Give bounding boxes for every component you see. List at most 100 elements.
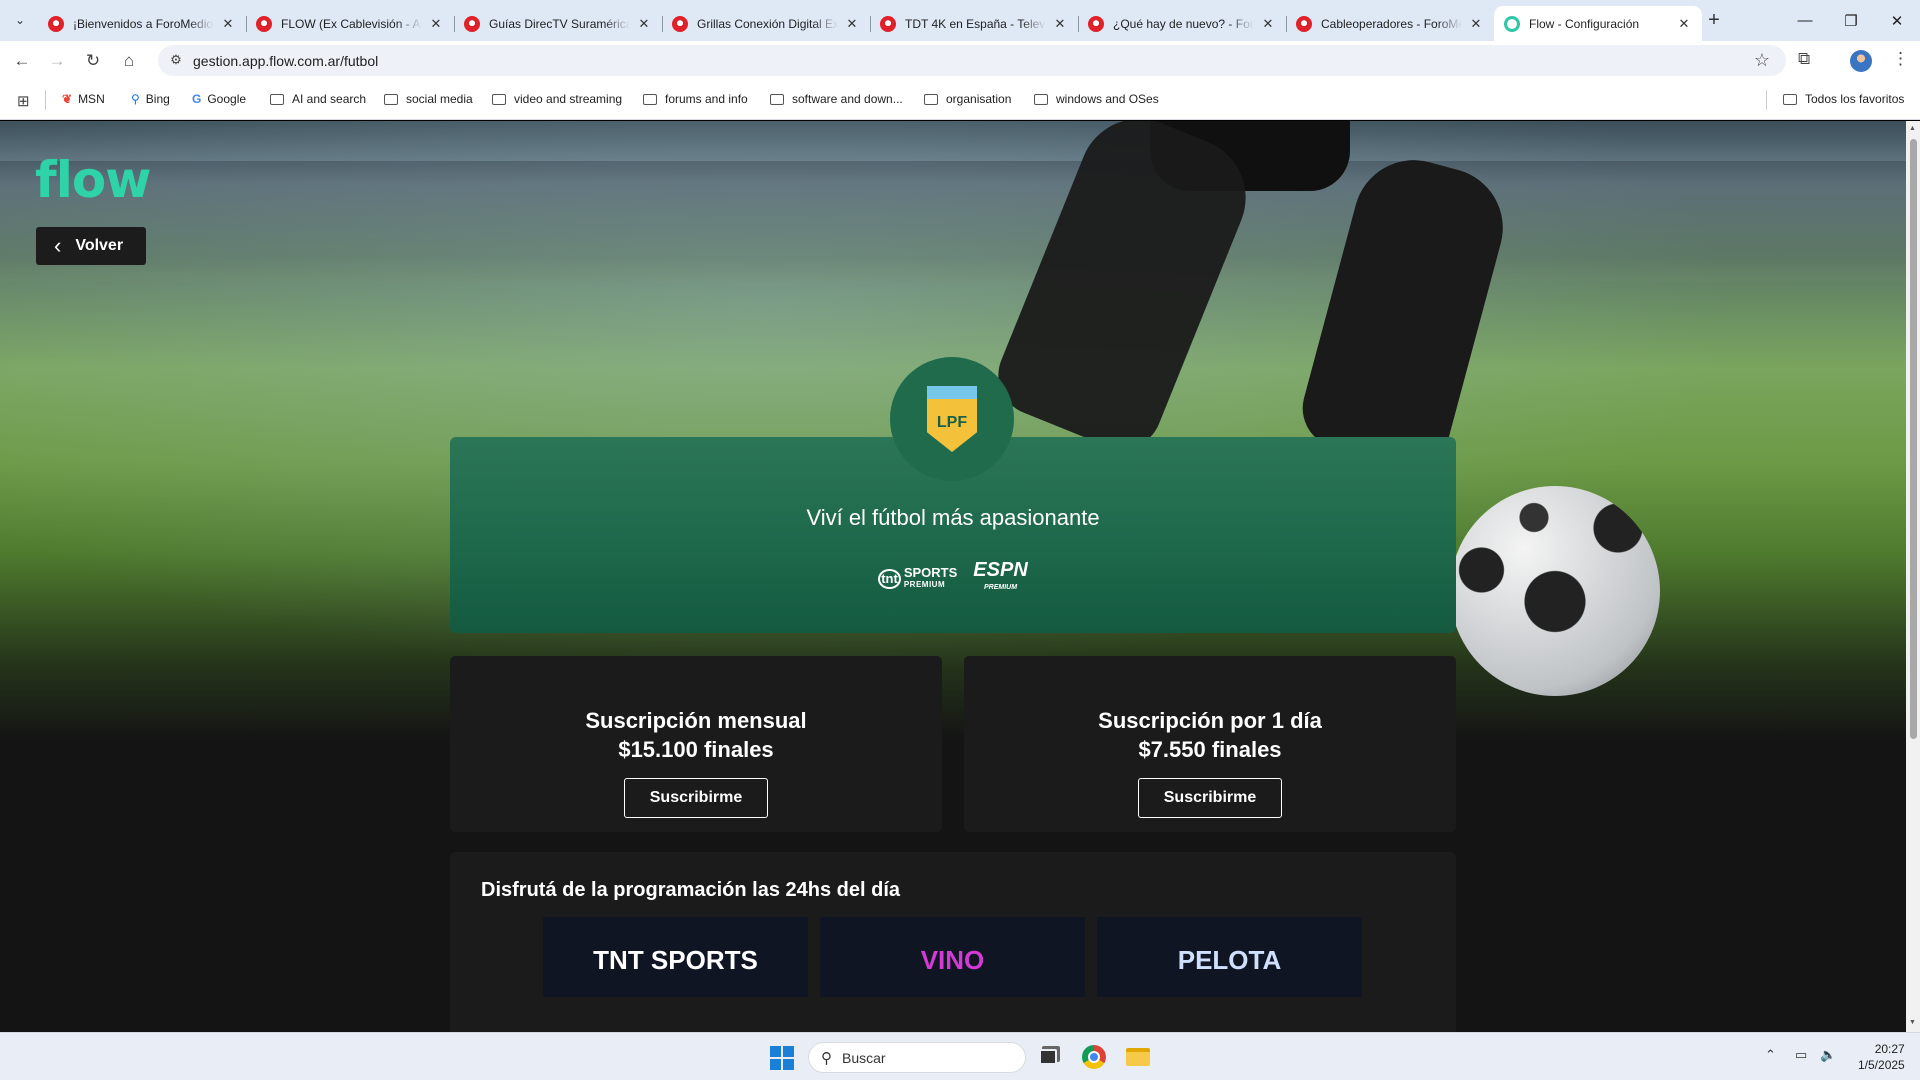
close-window-button[interactable]: ✕ xyxy=(1874,0,1920,41)
tnt-icon: tnt xyxy=(878,569,901,589)
menu-icon[interactable]: ⋮ xyxy=(1892,49,1909,69)
minimize-button[interactable]: — xyxy=(1782,0,1828,41)
bookmark-folder[interactable]: software and down... xyxy=(770,92,903,106)
address-bar[interactable]: ⚙ gestion.app.flow.com.ar/futbol ☆ xyxy=(158,45,1786,76)
channel-thumb-pelota[interactable]: PELOTA xyxy=(1097,917,1362,997)
chrome-icon xyxy=(1082,1045,1106,1069)
flow-logo[interactable]: flow xyxy=(35,151,151,209)
close-tab-icon[interactable]: ✕ xyxy=(1052,16,1068,32)
clock-date: 1/5/2025 xyxy=(1858,1058,1905,1072)
tab-title: ¡Bienvenidos a ForoMedios xyxy=(73,16,214,31)
tnt-main-text: SPORTS xyxy=(903,565,958,580)
foromedios-icon xyxy=(256,15,272,32)
partner-logos: tnt SPORTS PREMIUM ESPN PREMIUM xyxy=(450,559,1456,597)
task-view-icon xyxy=(1039,1049,1057,1065)
bookmark-folder[interactable]: video and streaming xyxy=(492,92,622,106)
browser-toolbar: ← → ↻ ⌂ ⚙ gestion.app.flow.com.ar/futbol… xyxy=(0,41,1920,80)
windows-start-icon[interactable] xyxy=(770,1046,794,1070)
chevron-up-icon[interactable]: ⌃ xyxy=(1765,1047,1776,1063)
close-tab-icon[interactable]: ✕ xyxy=(1676,16,1692,32)
subscribe-daily-button[interactable]: Suscribirme xyxy=(1138,778,1282,818)
bookmark-label: AI and search xyxy=(292,92,367,106)
scroll-down-icon[interactable]: ▼ xyxy=(1909,1019,1916,1026)
tab[interactable]: Guías DirecTV Suramérica ✕ xyxy=(454,6,662,41)
back-icon[interactable]: ← xyxy=(8,48,36,74)
bookmark-label: Google xyxy=(207,92,247,106)
foromedios-icon xyxy=(880,15,896,32)
bookmark-google[interactable]: G Google xyxy=(192,92,246,106)
bookmark-folder[interactable]: forums and info xyxy=(643,92,748,106)
channel-thumb-vino[interactable]: VINO xyxy=(820,917,1085,997)
tab[interactable]: ¡Bienvenidos a ForoMedios ✕ xyxy=(38,6,246,41)
bookmark-label: MSN xyxy=(78,92,105,106)
divider xyxy=(45,90,46,110)
page-scrollbar[interactable]: ▲ ▼ xyxy=(1906,121,1920,1032)
apps-grid-icon[interactable]: ⊞ xyxy=(17,92,30,110)
plan-card-daily: Suscripción por 1 día $7.550 finales Sus… xyxy=(964,656,1456,832)
bookmark-star-icon[interactable]: ☆ xyxy=(1754,50,1770,71)
close-tab-icon[interactable]: ✕ xyxy=(428,16,444,32)
scroll-up-icon[interactable]: ▲ xyxy=(1909,125,1916,132)
home-icon[interactable]: ⌂ xyxy=(115,48,143,74)
plan-card-monthly: Suscripción mensual $15.100 finales Susc… xyxy=(450,656,942,832)
thumb-label: PELOTA xyxy=(1177,945,1282,975)
tab[interactable]: Grillas Conexión Digital Express ✕ xyxy=(662,6,870,41)
tnt-sub-text: PREMIUM xyxy=(903,580,946,589)
bookmark-folder[interactable]: organisation xyxy=(924,92,1011,106)
subscribe-monthly-button[interactable]: Suscribirme xyxy=(624,778,768,818)
windows-taskbar: ⚲ Buscar ⌃ ▭ 🔈 20:27 1/5/2025 xyxy=(0,1032,1920,1080)
folder-icon xyxy=(1783,93,1797,105)
restore-button[interactable]: ❐ xyxy=(1828,0,1874,41)
task-view-button[interactable] xyxy=(1032,1041,1064,1073)
folder-icon xyxy=(1126,1048,1150,1066)
tab[interactable]: TDT 4K en España - Televisión ✕ xyxy=(870,6,1078,41)
url-text[interactable]: gestion.app.flow.com.ar/futbol xyxy=(193,53,378,69)
foromedios-icon xyxy=(48,15,64,32)
tab[interactable]: Cableoperadores - ForoMedios ✕ xyxy=(1286,6,1494,41)
bookmark-label: Bing xyxy=(145,92,170,106)
site-info-icon[interactable]: ⚙ xyxy=(168,52,184,68)
close-tab-icon[interactable]: ✕ xyxy=(844,16,860,32)
new-tab-button[interactable]: + xyxy=(1702,9,1726,33)
file-explorer-button[interactable] xyxy=(1122,1041,1154,1073)
foromedios-icon xyxy=(1088,15,1104,32)
system-clock[interactable]: 20:27 1/5/2025 xyxy=(1858,1041,1905,1073)
tab-list: ¡Bienvenidos a ForoMedios ✕ FLOW (Ex Cabl… xyxy=(38,6,1702,41)
msn-icon: ❦ xyxy=(62,92,73,106)
channel-thumb-tnt[interactable]: TNT SPORTS xyxy=(543,917,808,997)
bookmark-folder[interactable]: AI and search xyxy=(270,92,366,106)
lpf-badge: LPF xyxy=(890,357,1014,481)
tab[interactable]: ¿Qué hay de nuevo? - ForoMedios ✕ xyxy=(1078,6,1286,41)
network-icon[interactable]: ▭ xyxy=(1795,1047,1807,1063)
tab-active[interactable]: Flow - Configuración ✕ xyxy=(1494,6,1702,41)
divider xyxy=(1766,90,1767,110)
espn-main-text: ESPN xyxy=(973,559,1028,581)
tab-title: Guías DirecTV Suramérica xyxy=(489,16,630,31)
close-tab-icon[interactable]: ✕ xyxy=(1468,16,1484,32)
extensions-icon[interactable]: ⧉ xyxy=(1798,49,1810,69)
forward-icon[interactable]: → xyxy=(43,48,71,74)
chrome-taskbar-button[interactable] xyxy=(1078,1041,1110,1073)
close-tab-icon[interactable]: ✕ xyxy=(220,16,236,32)
folder-icon xyxy=(770,93,784,105)
programming-title: Disfrutá de la programación las 24hs del… xyxy=(481,879,901,901)
taskbar-search[interactable]: ⚲ Buscar xyxy=(808,1042,1026,1073)
profile-avatar[interactable] xyxy=(1850,50,1872,72)
bookmark-folder[interactable]: social media xyxy=(384,92,473,106)
reload-icon[interactable]: ↻ xyxy=(79,48,107,74)
tab-title: FLOW (Ex Cablevisión - Argentina) xyxy=(281,16,422,31)
close-tab-icon[interactable]: ✕ xyxy=(636,16,652,32)
all-bookmarks[interactable]: Todos los favoritos xyxy=(1783,92,1904,106)
folder-icon xyxy=(924,93,938,105)
scroll-thumb[interactable] xyxy=(1910,139,1917,739)
volume-icon[interactable]: 🔈 xyxy=(1820,1047,1836,1063)
plan-price: $7.550 finales xyxy=(1138,737,1282,762)
bookmark-folder[interactable]: windows and OSes xyxy=(1034,92,1159,106)
bookmark-bing[interactable]: ⚲ Bing xyxy=(131,92,170,106)
bookmark-msn[interactable]: ❦ MSN xyxy=(62,92,105,106)
tab-search-button[interactable]: ⌄ xyxy=(9,9,31,31)
folder-icon xyxy=(643,93,657,105)
volver-button[interactable]: ‹ Volver xyxy=(36,227,146,265)
close-tab-icon[interactable]: ✕ xyxy=(1260,16,1276,32)
tab[interactable]: FLOW (Ex Cablevisión - Argentina) ✕ xyxy=(246,6,454,41)
